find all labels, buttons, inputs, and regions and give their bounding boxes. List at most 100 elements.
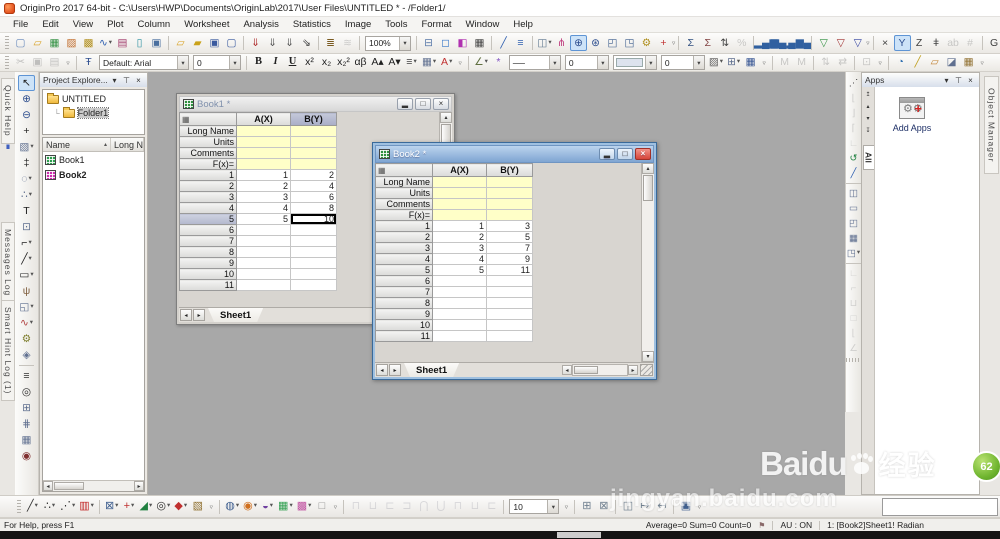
chevron-down-icon[interactable]: ▾ — [547, 500, 559, 513]
toolbar-overflow-button[interactable]: ▿ — [759, 55, 769, 71]
close-button[interactable]: × — [635, 148, 651, 160]
unmerge-cells-icon[interactable]: M — [793, 55, 810, 71]
worksheet-corner-cell[interactable]: ▦ — [375, 163, 433, 177]
target-tool-icon[interactable]: ◉ — [18, 448, 35, 464]
add-right-axis-icon[interactable]: ⌋ — [846, 106, 861, 121]
chevron-down-icon[interactable]: ▾ — [30, 143, 33, 151]
copy-icon[interactable]: ▣ — [29, 55, 46, 71]
pipe-icon[interactable]: ⊔ — [466, 498, 483, 515]
layer-resize-icon[interactable]: ◫ — [619, 498, 636, 515]
sheet-cell[interactable]: 4 — [236, 202, 291, 214]
gears-icon[interactable]: ⚙ — [638, 35, 655, 51]
chevron-down-icon[interactable]: ▾ — [236, 503, 239, 510]
label-row-header[interactable]: Long Name — [375, 176, 433, 188]
row-header[interactable]: 3 — [375, 242, 433, 254]
chevron-down-icon[interactable]: ▾ — [28, 175, 31, 183]
scroll-down-button[interactable]: ▾ — [863, 113, 874, 123]
line-plot-icon[interactable]: ╱ ▾ — [24, 498, 41, 515]
project-tree-icon[interactable]: ⋔ — [553, 35, 570, 51]
row-header[interactable]: 2 — [375, 231, 433, 243]
scroll-up-button[interactable]: ▴ — [863, 101, 874, 111]
chevron-down-icon[interactable]: ▾ — [692, 56, 704, 69]
valve-icon-4[interactable]: ⊐ — [398, 498, 415, 515]
sheet-cell[interactable] — [236, 257, 291, 269]
chevron-down-icon[interactable]: ▾ — [720, 59, 723, 66]
sheet-cell[interactable] — [290, 279, 337, 291]
maximize-button[interactable]: □ — [415, 98, 431, 110]
menu-help[interactable]: Help — [506, 18, 540, 31]
tab-left-button[interactable]: ◂ — [376, 364, 388, 376]
tab-right-button[interactable]: ▸ — [193, 309, 205, 321]
symbol-size-combo[interactable]: 10 ▾ — [509, 499, 560, 514]
toolbar-grip[interactable] — [17, 499, 21, 514]
toolbar-grip[interactable] — [5, 36, 9, 50]
new-matrix-icon[interactable]: ▩ — [80, 35, 97, 51]
open-file-icon[interactable]: ▱ — [172, 35, 189, 51]
toolbar-overflow-button[interactable]: ▿ — [206, 499, 216, 515]
text-tool-icon[interactable]: T — [18, 203, 35, 219]
sheet-tab[interactable]: Sheet1 — [208, 308, 263, 322]
recent-import-icon[interactable]: ≋ — [339, 35, 356, 51]
heatmap-plot-icon[interactable]: ▩ ▾ — [295, 498, 314, 515]
scale-tool-icon[interactable]: ⊞ — [18, 400, 35, 416]
filter-disable-icon[interactable]: ▽ — [832, 35, 849, 51]
panel-menu-button[interactable]: ▾ — [109, 75, 120, 86]
app-grid-icon[interactable]: ▦ — [960, 55, 977, 71]
equation-icon[interactable]: ⊡ — [18, 219, 35, 235]
sheet-cell[interactable] — [236, 268, 291, 280]
bold-icon[interactable]: B — [250, 55, 267, 71]
grid-tool-icon[interactable]: ▦ — [18, 432, 35, 448]
sheet-cell[interactable]: 5 — [236, 213, 291, 225]
menu-window[interactable]: Window — [459, 18, 507, 31]
frame-box-icon[interactable]: □ — [846, 311, 861, 326]
tab-right-button[interactable]: ▸ — [389, 364, 401, 376]
swap-columns-icon[interactable]: ⇄ — [834, 55, 851, 71]
set-x-column-icon[interactable]: × — [877, 35, 894, 51]
add-apps-tile[interactable]: ⚙⚙ + Add Apps — [887, 97, 937, 133]
row-statistics-icon[interactable]: Σ — [699, 35, 716, 51]
percentile-icon[interactable]: % — [733, 35, 750, 51]
sheet-cell[interactable]: 2 — [432, 231, 487, 243]
sheet-cell[interactable]: 5 — [432, 264, 487, 276]
horizontal-scrollbar[interactable]: ◂ ▸ — [562, 364, 653, 376]
toolbar-overflow-button[interactable]: ▿ — [330, 499, 340, 515]
worksheet-corner-cell[interactable]: ▦ — [179, 112, 237, 126]
fit-width-icon[interactable]: ↦ — [636, 498, 653, 515]
3d-colormap-icon[interactable]: ◉ ▾ — [241, 498, 259, 515]
snap-lines-icon[interactable]: ≡ — [512, 35, 529, 51]
align-icon[interactable]: ≡ ▾ — [403, 55, 420, 71]
edit-axis-icon[interactable]: ╱ — [846, 166, 861, 181]
sheet-cell[interactable] — [236, 279, 291, 291]
scroll-bottom-button[interactable]: ↧ — [863, 125, 874, 135]
import-wizard-icon[interactable]: ⇘ — [298, 35, 315, 51]
menu-statistics[interactable]: Statistics — [286, 18, 338, 31]
new-workbook-icon[interactable]: ▦ — [46, 35, 63, 51]
label-row-header[interactable]: F(x)= — [375, 209, 433, 221]
zoom-pan-icon[interactable]: ⊛ — [587, 35, 604, 51]
chevron-down-icon[interactable]: ▾ — [177, 56, 188, 69]
insert-sparkline-icon[interactable]: ∿ ▾ — [18, 315, 35, 331]
chevron-down-icon[interactable]: ▾ — [229, 56, 240, 69]
chevron-down-icon[interactable]: ▾ — [548, 56, 560, 69]
sheet-cell[interactable] — [290, 246, 337, 258]
chevron-down-icon[interactable]: ▾ — [115, 503, 118, 510]
label-cell[interactable] — [432, 209, 487, 221]
menu-worksheet[interactable]: Worksheet — [177, 18, 236, 31]
row-header[interactable]: 7 — [179, 235, 237, 247]
scroll-track[interactable] — [642, 174, 654, 351]
row-header[interactable]: 11 — [179, 279, 237, 291]
edit-app-icon[interactable]: ╱ — [909, 55, 926, 71]
chevron-down-icon[interactable]: ▾ — [29, 191, 32, 199]
sheet-cell[interactable]: 1 — [432, 220, 487, 232]
mask-tool-icon[interactable]: ▧ ▾ — [17, 139, 35, 155]
chevron-down-icon[interactable]: ▾ — [30, 303, 33, 311]
scroll-left-button[interactable]: ◂ — [43, 481, 53, 491]
grid-panel-icon[interactable]: ▦ — [846, 231, 861, 246]
set-y-column-icon[interactable]: Y — [893, 35, 911, 51]
chevron-down-icon[interactable]: ▾ — [644, 56, 656, 69]
save-project-icon[interactable]: ▣ — [206, 35, 223, 51]
add-top-axis-icon[interactable]: ⌈ — [846, 121, 861, 136]
new-layout-icon[interactable]: ▤ — [114, 35, 131, 51]
corner-bl-icon[interactable]: ∟ — [846, 266, 861, 281]
corner-tl-icon[interactable]: ⌐ — [846, 281, 861, 296]
